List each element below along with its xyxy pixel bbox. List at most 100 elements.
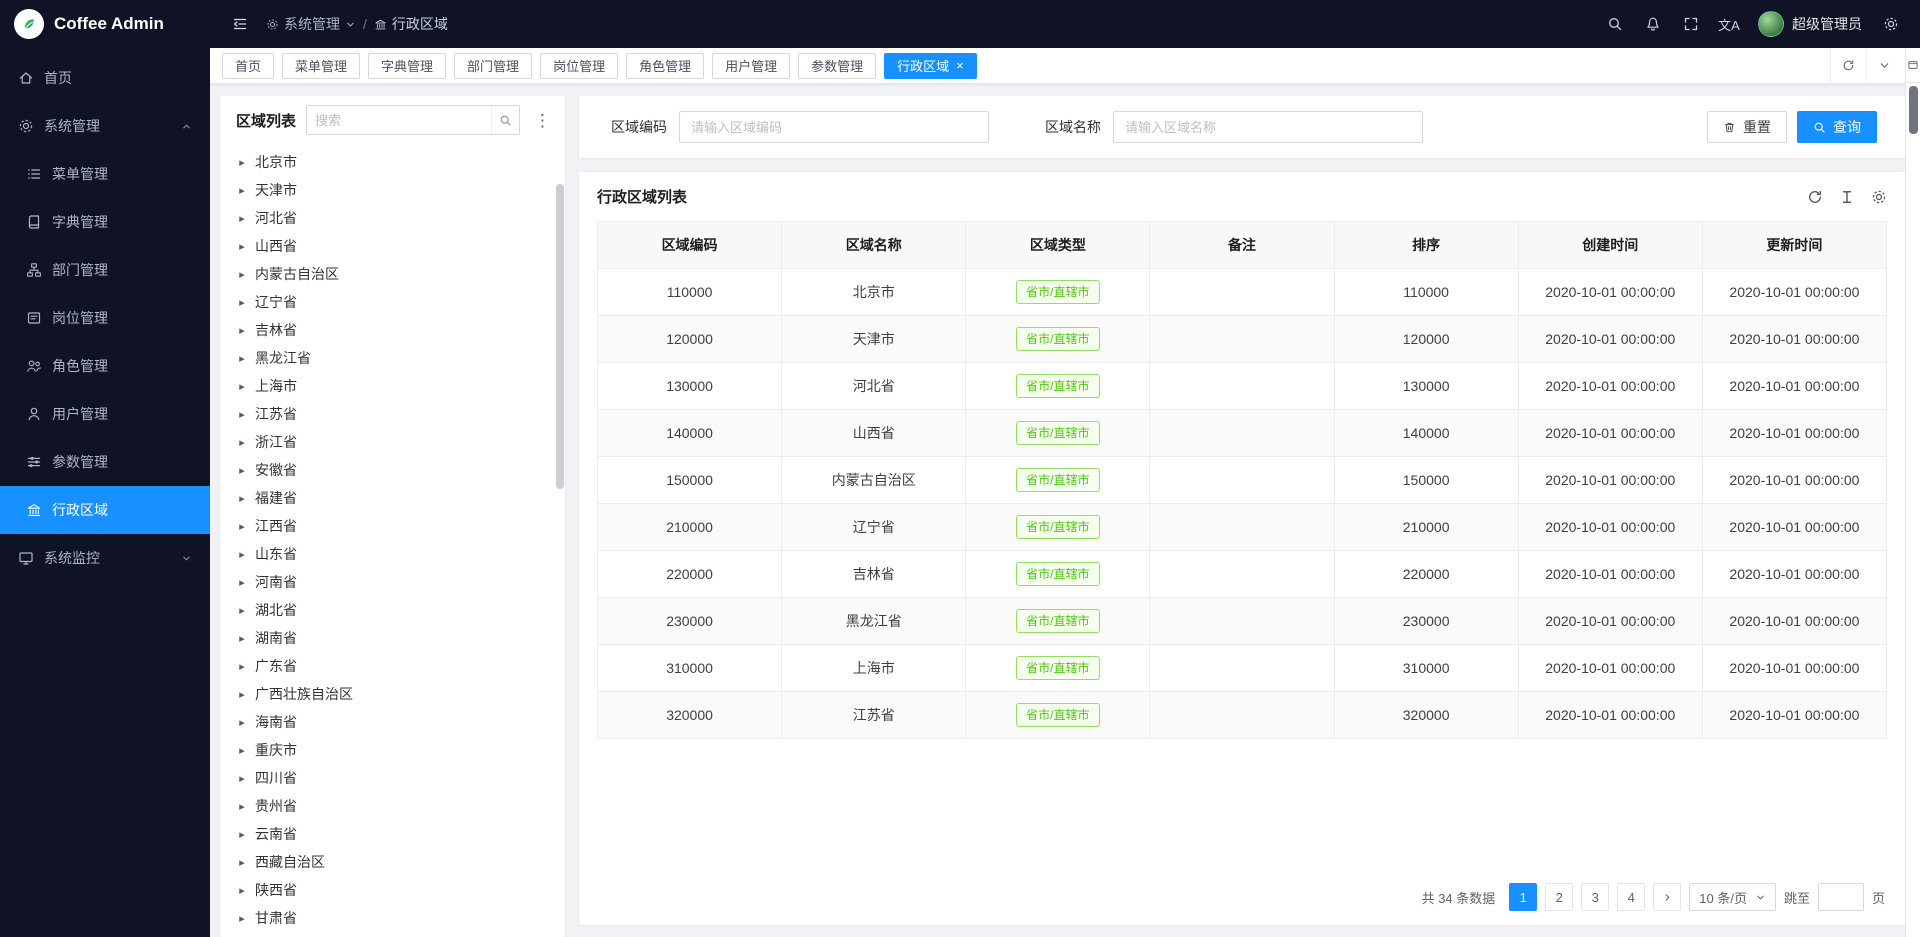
tree-item[interactable]: ▸ 山东省	[226, 540, 565, 568]
sidebar-item-role-mgmt[interactable]: 角色管理	[0, 342, 210, 390]
refresh-icon[interactable]	[1807, 189, 1823, 205]
tab-param-mgmt[interactable]: 参数管理	[798, 53, 876, 79]
next-page-button[interactable]	[1653, 883, 1681, 911]
tree-item[interactable]: ▸ 河南省	[226, 568, 565, 596]
caret-right-icon[interactable]: ▸	[236, 184, 248, 197]
close-icon[interactable]: ×	[956, 59, 964, 72]
tree-scrollbar[interactable]	[556, 142, 564, 935]
tab-region[interactable]: 行政区域 ×	[884, 53, 977, 79]
tree-item[interactable]: ▸ 内蒙古自治区	[226, 260, 565, 288]
tree-item[interactable]: ▸ 贵州省	[226, 792, 565, 820]
tab-post-mgmt[interactable]: 岗位管理	[540, 53, 618, 79]
tree-item[interactable]: ▸ 湖北省	[226, 596, 565, 624]
sidebar-item-dict-mgmt[interactable]: 字典管理	[0, 198, 210, 246]
caret-right-icon[interactable]: ▸	[236, 464, 248, 477]
sidebar-item-post-mgmt[interactable]: 岗位管理	[0, 294, 210, 342]
column-settings-gear-icon[interactable]	[1871, 189, 1887, 205]
tab-home[interactable]: 首页	[222, 53, 274, 79]
sidebar-item-menu-mgmt[interactable]: 菜单管理	[0, 150, 210, 198]
sidebar-item-system-monitor[interactable]: 系统监控	[0, 534, 210, 582]
tree-item[interactable]: ▸ 安徽省	[226, 456, 565, 484]
notification-bell-icon[interactable]	[1634, 0, 1672, 48]
more-options-icon[interactable]: ⋮	[530, 112, 555, 129]
jump-page-input[interactable]	[1818, 883, 1864, 911]
search-icon[interactable]	[1596, 0, 1634, 48]
tab-options-chevron-icon[interactable]	[1866, 48, 1902, 83]
caret-right-icon[interactable]: ▸	[236, 800, 248, 813]
caret-right-icon[interactable]: ▸	[236, 492, 248, 505]
caret-right-icon[interactable]: ▸	[236, 240, 248, 253]
caret-right-icon[interactable]: ▸	[236, 324, 248, 337]
tree-search-input[interactable]	[307, 106, 491, 134]
tree-item[interactable]: ▸ 天津市	[226, 176, 565, 204]
row-height-icon[interactable]	[1839, 189, 1855, 205]
fullscreen-icon[interactable]	[1672, 0, 1710, 48]
caret-right-icon[interactable]: ▸	[236, 212, 248, 225]
tab-menu-mgmt[interactable]: 菜单管理	[282, 53, 360, 79]
caret-right-icon[interactable]: ▸	[236, 744, 248, 757]
caret-right-icon[interactable]: ▸	[236, 548, 248, 561]
caret-right-icon[interactable]: ▸	[236, 632, 248, 645]
window-panel-icon[interactable]	[1906, 48, 1920, 83]
tree-item[interactable]: ▸ 黑龙江省	[226, 344, 565, 372]
tree-item[interactable]: ▸ 西藏自治区	[226, 848, 565, 876]
tree-item[interactable]: ▸ 江苏省	[226, 400, 565, 428]
menu-collapse-icon[interactable]	[224, 0, 256, 48]
search-button[interactable]: 查询	[1797, 111, 1877, 143]
breadcrumb-item-region[interactable]: 行政区域	[374, 14, 448, 34]
tree-item[interactable]: ▸ 湖南省	[226, 624, 565, 652]
caret-right-icon[interactable]: ▸	[236, 520, 248, 533]
caret-right-icon[interactable]: ▸	[236, 576, 248, 589]
region-name-input[interactable]	[1113, 111, 1423, 143]
translate-icon[interactable]: 文A	[1710, 0, 1748, 48]
tree-item[interactable]: ▸ 四川省	[226, 764, 565, 792]
reset-button[interactable]: 重置	[1707, 111, 1787, 143]
caret-right-icon[interactable]: ▸	[236, 352, 248, 365]
tree-item[interactable]: ▸ 广西壮族自治区	[226, 680, 565, 708]
tree-item[interactable]: ▸ 重庆市	[226, 736, 565, 764]
caret-right-icon[interactable]: ▸	[236, 688, 248, 701]
tree-item[interactable]: ▸ 海南省	[226, 708, 565, 736]
tree-item[interactable]: ▸ 辽宁省	[226, 288, 565, 316]
caret-right-icon[interactable]: ▸	[236, 716, 248, 729]
page-button-4[interactable]: 4	[1617, 883, 1645, 911]
user-menu[interactable]: 超级管理员	[1748, 0, 1872, 48]
sidebar-item-dept-mgmt[interactable]: 部门管理	[0, 246, 210, 294]
caret-right-icon[interactable]: ▸	[236, 408, 248, 421]
tree-item[interactable]: ▸ 吉林省	[226, 316, 565, 344]
page-button-2[interactable]: 2	[1545, 883, 1573, 911]
caret-right-icon[interactable]: ▸	[236, 884, 248, 897]
tree-item[interactable]: ▸ 广东省	[226, 652, 565, 680]
tab-dept-mgmt[interactable]: 部门管理	[454, 53, 532, 79]
tree-item[interactable]: ▸ 浙江省	[226, 428, 565, 456]
breadcrumb-item-system[interactable]: 系统管理	[266, 14, 356, 34]
tree-item[interactable]: ▸ 甘肃省	[226, 904, 565, 932]
tree-item[interactable]: ▸ 云南省	[226, 820, 565, 848]
page-size-select[interactable]: 10 条/页	[1689, 883, 1776, 911]
caret-right-icon[interactable]: ▸	[236, 604, 248, 617]
tree-item[interactable]: ▸ 陕西省	[226, 876, 565, 904]
sidebar-item-user-mgmt[interactable]: 用户管理	[0, 390, 210, 438]
tree-item[interactable]: ▸ 上海市	[226, 372, 565, 400]
caret-right-icon[interactable]: ▸	[236, 380, 248, 393]
refresh-page-icon[interactable]	[1830, 48, 1866, 83]
caret-right-icon[interactable]: ▸	[236, 912, 248, 925]
tab-user-mgmt[interactable]: 用户管理	[712, 53, 790, 79]
caret-right-icon[interactable]: ▸	[236, 772, 248, 785]
tab-dict-mgmt[interactable]: 字典管理	[368, 53, 446, 79]
tree-item[interactable]: ▸ 青海省	[226, 932, 565, 937]
page-button-3[interactable]: 3	[1581, 883, 1609, 911]
page-button-1[interactable]: 1	[1509, 883, 1537, 911]
sidebar-item-home[interactable]: 首页	[0, 54, 210, 102]
sidebar-item-param-mgmt[interactable]: 参数管理	[0, 438, 210, 486]
settings-gear-icon[interactable]	[1872, 0, 1910, 48]
tree-item[interactable]: ▸ 福建省	[226, 484, 565, 512]
search-icon[interactable]	[491, 106, 519, 134]
tree-item[interactable]: ▸ 山西省	[226, 232, 565, 260]
region-code-input[interactable]	[679, 111, 989, 143]
sidebar-item-system-mgmt[interactable]: 系统管理	[0, 102, 210, 150]
tree-scrollbar-thumb[interactable]	[556, 184, 564, 489]
caret-right-icon[interactable]: ▸	[236, 296, 248, 309]
caret-right-icon[interactable]: ▸	[236, 828, 248, 841]
app-logo[interactable]: Coffee Admin	[0, 0, 210, 48]
